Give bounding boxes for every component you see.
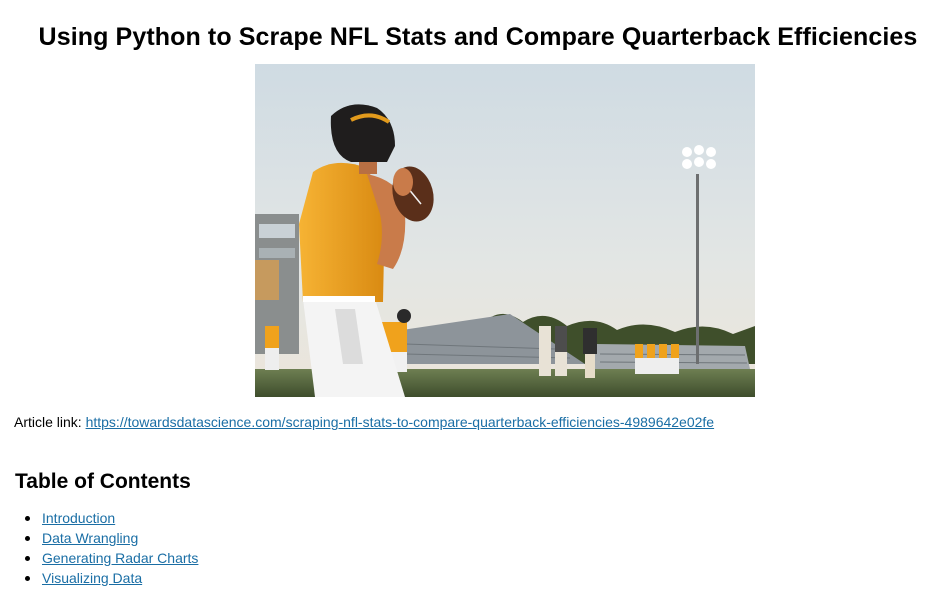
football-quarterback-photo <box>255 64 755 397</box>
toc-link-visualizing-data[interactable]: Visualizing Data <box>42 570 142 586</box>
toc-link-generating-radar-charts[interactable]: Generating Radar Charts <box>42 550 198 566</box>
toc-item-generating-radar-charts: Generating Radar Charts <box>15 548 198 568</box>
bullet-icon <box>25 516 30 521</box>
toc-link-data-wrangling[interactable]: Data Wrangling <box>42 530 138 546</box>
toc-item-data-wrangling: Data Wrangling <box>15 528 198 548</box>
bullet-icon <box>25 556 30 561</box>
bullet-icon <box>25 536 30 541</box>
article-link-label: Article link: <box>14 414 86 430</box>
toc-link-introduction[interactable]: Introduction <box>42 510 115 526</box>
toc-item-visualizing-data: Visualizing Data <box>15 568 198 588</box>
bullet-icon <box>25 576 30 581</box>
toc-item-introduction: Introduction <box>15 508 198 528</box>
hero-image <box>255 64 755 397</box>
toc-list: Introduction Data Wrangling Generating R… <box>15 508 198 588</box>
toc-heading: Table of Contents <box>15 470 191 493</box>
article-link[interactable]: https://towardsdatascience.com/scraping-… <box>86 414 715 430</box>
article-link-row: Article link: https://towardsdatascience… <box>14 413 714 431</box>
page-title: Using Python to Scrape NFL Stats and Com… <box>38 23 918 51</box>
